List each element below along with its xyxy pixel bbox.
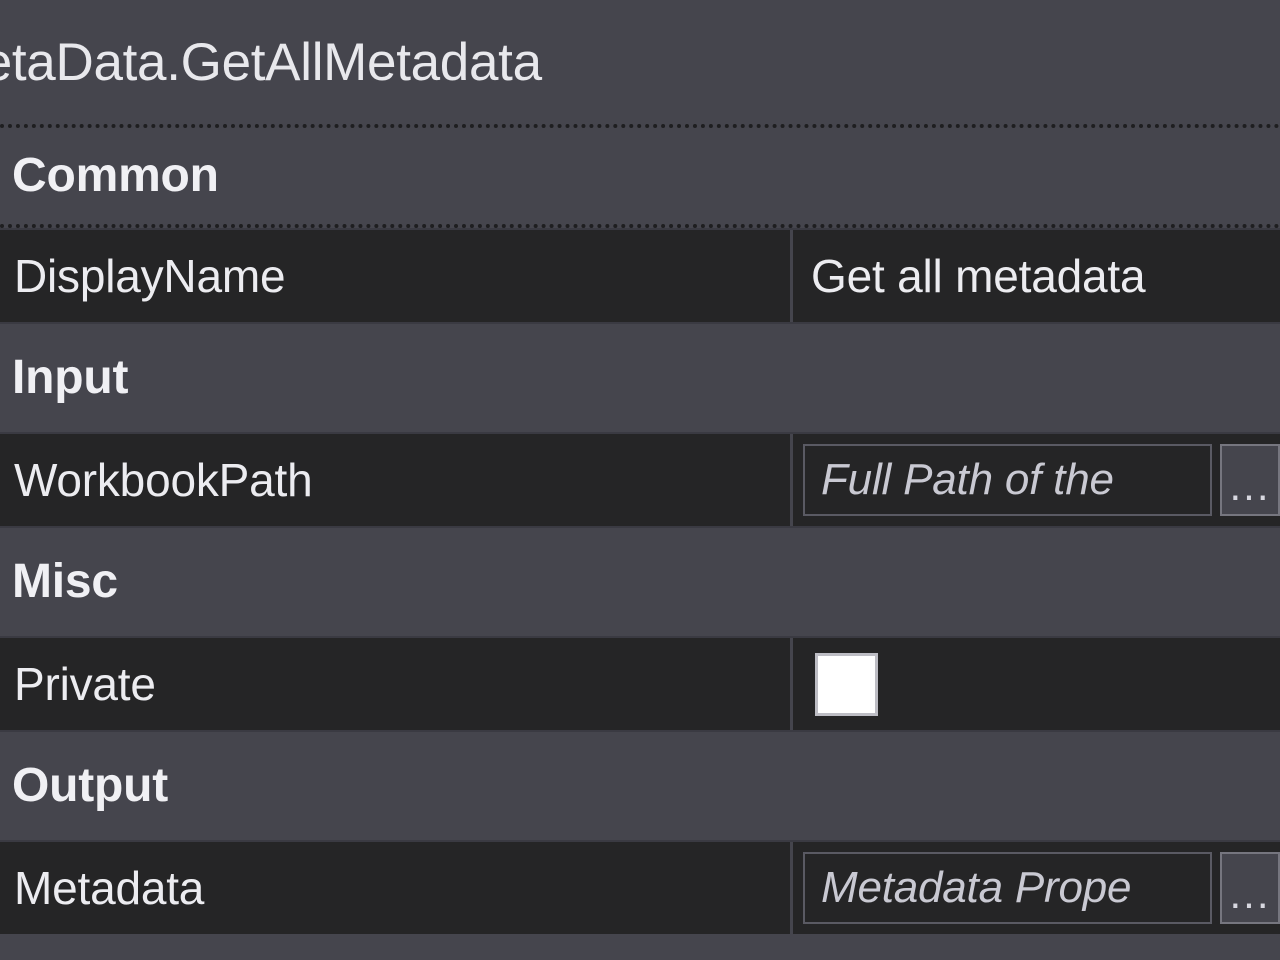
property-value-cell[interactable]: Get all metadata: [793, 230, 1280, 322]
workbook-path-browse-button[interactable]: ...: [1220, 444, 1280, 516]
property-label-cell: WorkbookPath: [0, 434, 793, 526]
ellipsis-icon: ...: [1229, 461, 1271, 509]
category-label: Common: [12, 149, 219, 202]
properties-panel: celMetaData.GetAllMetadata Common Displa…: [0, 0, 1280, 960]
category-header-misc[interactable]: Misc: [0, 526, 1280, 636]
property-value-cell[interactable]: [793, 638, 1280, 730]
property-grid: Common DisplayName Get all metadata Inpu…: [0, 124, 1280, 934]
expression-editor-wrapper: Full Path of the ...: [803, 444, 1280, 516]
property-label: Private: [14, 658, 156, 710]
category-label: Input: [12, 351, 129, 404]
property-label-cell: Private: [0, 638, 793, 730]
category-label: Misc: [12, 555, 118, 608]
property-value-cell[interactable]: Full Path of the ...: [793, 434, 1280, 526]
workbook-path-placeholder: Full Path of the: [821, 455, 1114, 504]
metadata-input[interactable]: Metadata Prope: [803, 852, 1212, 924]
property-label-cell: DisplayName: [0, 230, 793, 322]
property-row-metadata[interactable]: Metadata Metadata Prope ...: [0, 840, 1280, 934]
category-label: Output: [12, 759, 169, 812]
expression-editor-wrapper: Metadata Prope ...: [803, 852, 1280, 924]
metadata-browse-button[interactable]: ...: [1220, 852, 1280, 924]
property-row-display-name[interactable]: DisplayName Get all metadata: [0, 228, 1280, 322]
metadata-placeholder: Metadata Prope: [821, 863, 1132, 912]
panel-title-bar: celMetaData.GetAllMetadata: [0, 0, 1280, 124]
property-label: WorkbookPath: [14, 454, 313, 506]
workbook-path-input[interactable]: Full Path of the: [803, 444, 1212, 516]
property-row-private[interactable]: Private: [0, 636, 1280, 730]
property-value-cell[interactable]: Metadata Prope ...: [793, 842, 1280, 934]
private-checkbox[interactable]: [815, 652, 878, 716]
page-title: celMetaData.GetAllMetadata: [0, 32, 542, 92]
property-label: DisplayName: [14, 250, 286, 302]
category-header-common[interactable]: Common: [0, 124, 1280, 228]
category-header-input[interactable]: Input: [0, 322, 1280, 432]
property-label: Metadata: [14, 862, 205, 914]
property-row-workbook-path[interactable]: WorkbookPath Full Path of the ...: [0, 432, 1280, 526]
category-header-output[interactable]: Output: [0, 730, 1280, 840]
display-name-value[interactable]: Get all metadata: [793, 253, 1146, 299]
property-label-cell: Metadata: [0, 842, 793, 934]
ellipsis-icon: ...: [1229, 869, 1271, 917]
